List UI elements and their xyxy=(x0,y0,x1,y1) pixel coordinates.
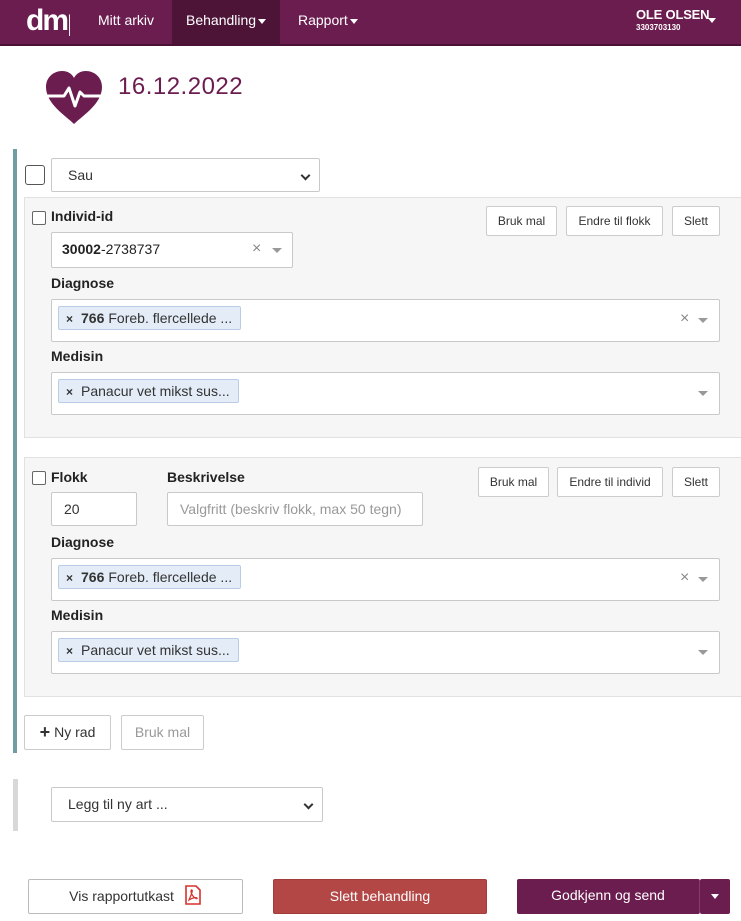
flock-description-input[interactable]: Valgfritt (beskriv flokk, max 50 tegn) xyxy=(167,492,423,526)
remove-tag-icon[interactable]: × xyxy=(66,571,73,585)
caret-down-icon[interactable] xyxy=(708,18,716,23)
chevron-down-icon xyxy=(300,170,311,181)
medicine-tag: × Panacur vet mikst sus... xyxy=(58,638,239,662)
diagnosis-multiselect[interactable]: × 766 Foreb. flercellede ... × xyxy=(51,558,720,601)
nav-mitt-arkiv[interactable]: Mitt arkiv xyxy=(84,0,168,44)
diagnosis-tag: × 766 Foreb. flercellede ... xyxy=(58,306,242,330)
pdf-icon xyxy=(185,885,201,905)
nav-behandling[interactable]: Behandling xyxy=(172,0,281,44)
medicine-label: Medisin xyxy=(51,348,104,364)
individual-id-select[interactable]: 30002-2738737 × xyxy=(51,232,293,268)
caret-down-icon xyxy=(711,893,719,899)
individual-card: Individ-id Bruk mal Endre til flokk Slet… xyxy=(24,197,741,438)
caret-down-icon[interactable] xyxy=(272,248,282,253)
use-template-button[interactable]: Bruk mal xyxy=(486,206,557,236)
approve-send-dropdown[interactable] xyxy=(700,879,730,914)
remove-tag-icon[interactable]: × xyxy=(66,644,73,658)
diagnosis-tag: × 766 Foreb. flercellede ... xyxy=(58,565,242,589)
species-checkbox[interactable] xyxy=(25,165,45,185)
clear-icon[interactable]: × xyxy=(680,569,689,587)
use-template-button-disabled[interactable]: Bruk mal xyxy=(121,715,204,750)
add-species-select[interactable]: Legg til ny art ... xyxy=(51,787,323,822)
caret-down-icon[interactable] xyxy=(698,577,708,582)
delete-treatment-button[interactable]: Slett behandling xyxy=(273,879,487,914)
diagnosis-label: Diagnose xyxy=(51,275,115,291)
heart-pulse-icon xyxy=(46,71,102,124)
medicine-multiselect[interactable]: × Panacur vet mikst sus... xyxy=(51,631,720,674)
individual-id-suffix: -2738737 xyxy=(100,241,161,257)
nav-rapport[interactable]: Rapport xyxy=(284,0,372,44)
caret-down-icon[interactable] xyxy=(698,650,708,655)
chevron-down-icon xyxy=(303,799,314,810)
use-template-button[interactable]: Bruk mal xyxy=(478,467,549,497)
user-name: OLE OLSEN xyxy=(636,7,710,22)
svg-text:dmp: dmp xyxy=(26,4,70,37)
diagnosis-multiselect[interactable]: × 766 Foreb. flercellede ... × xyxy=(51,299,720,342)
caret-down-icon xyxy=(349,18,358,24)
user-id: 3303703130 xyxy=(636,23,681,32)
medicine-multiselect[interactable]: × Panacur vet mikst sus... xyxy=(51,372,720,415)
medicine-tag: × Panacur vet mikst sus... xyxy=(58,379,239,403)
approve-send-button[interactable]: Godkjenn og send xyxy=(517,879,700,914)
medicine-label: Medisin xyxy=(51,607,104,623)
delete-row-button[interactable]: Slett xyxy=(672,206,720,236)
individual-label: Individ-id xyxy=(51,208,114,224)
individual-id-prefix: 30002 xyxy=(62,241,101,257)
caret-down-icon[interactable] xyxy=(698,318,708,323)
user-menu[interactable]: OLE OLSEN 3303703130 xyxy=(636,7,710,32)
dmp-logo[interactable]: dmp xyxy=(26,4,70,38)
add-species-indicator xyxy=(13,779,18,831)
flock-label: Flokk xyxy=(51,469,88,485)
convert-to-flock-button[interactable]: Endre til flokk xyxy=(566,206,663,236)
delete-row-button[interactable]: Slett xyxy=(672,467,720,497)
species-select[interactable]: Sau xyxy=(51,158,320,192)
individual-checkbox[interactable] xyxy=(32,211,46,225)
caret-down-icon[interactable] xyxy=(698,391,708,396)
caret-down-icon xyxy=(258,18,267,24)
species-block-indicator xyxy=(13,149,17,753)
preview-report-button[interactable]: Vis rapportutkast xyxy=(28,879,243,914)
plus-icon: + xyxy=(39,722,51,742)
flock-card: Flokk Beskrivelse Bruk mal Endre til ind… xyxy=(24,457,741,697)
flock-count-input[interactable]: 20 xyxy=(51,492,137,526)
remove-tag-icon[interactable]: × xyxy=(66,312,73,326)
diagnosis-label: Diagnose xyxy=(51,534,115,550)
flock-checkbox[interactable] xyxy=(32,471,46,485)
top-navbar: dmp Mitt arkiv Behandling Rapport OLE OL… xyxy=(0,0,741,46)
description-label: Beskrivelse xyxy=(167,469,245,485)
clear-icon[interactable]: × xyxy=(252,240,261,258)
page-title-date: 16.12.2022 xyxy=(118,73,244,100)
convert-to-individual-button[interactable]: Endre til individ xyxy=(557,467,663,497)
new-row-button[interactable]: + Ny rad xyxy=(24,715,111,750)
clear-icon[interactable]: × xyxy=(680,310,689,328)
remove-tag-icon[interactable]: × xyxy=(66,385,73,399)
